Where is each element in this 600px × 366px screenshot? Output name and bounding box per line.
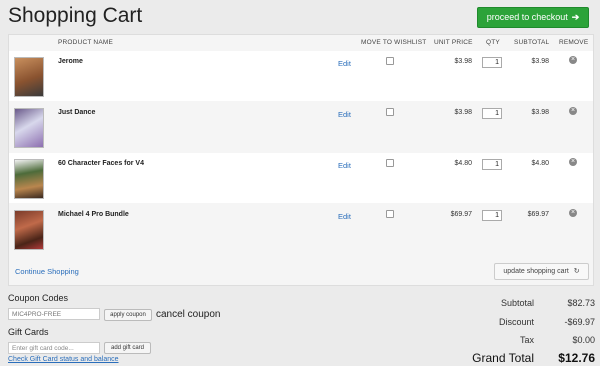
col-unit-price: UNIT PRICE xyxy=(434,39,473,46)
edit-link[interactable]: Edit xyxy=(338,110,351,119)
table-row: Jerome Edit $3.98 1 $3.98 × xyxy=(9,51,593,101)
unit-price: $3.98 xyxy=(454,58,472,65)
check-gift-card-link[interactable]: Check Gift Card status and balance xyxy=(8,356,119,363)
checkout-label: proceed to checkout xyxy=(486,12,568,22)
wishlist-checkbox[interactable] xyxy=(386,210,394,218)
row-subtotal: $3.98 xyxy=(531,58,549,65)
wishlist-checkbox[interactable] xyxy=(386,159,394,167)
product-name[interactable]: Jerome xyxy=(58,58,83,65)
continue-shopping-link[interactable]: Continue Shopping xyxy=(15,267,79,276)
gift-card-input[interactable]: Enter gift card code... xyxy=(8,342,100,354)
quantity-input[interactable]: 1 xyxy=(482,108,502,119)
remove-icon[interactable]: × xyxy=(569,158,577,166)
gift-cards-heading: Gift Cards xyxy=(8,327,49,337)
apply-coupon-button[interactable]: apply coupon xyxy=(104,309,152,321)
tax-label: Tax xyxy=(519,335,534,345)
product-thumbnail[interactable] xyxy=(14,159,44,199)
product-name[interactable]: Michael 4 Pro Bundle xyxy=(58,211,129,218)
discount-value: -$69.97 xyxy=(564,317,595,327)
grand-total-value: $12.76 xyxy=(558,351,595,365)
table-row: 60 Character Faces for V4 Edit $4.80 1 $… xyxy=(9,153,593,203)
unit-price: $69.97 xyxy=(450,211,472,218)
col-move-to-wishlist: MOVE TO WISHLIST xyxy=(361,39,427,46)
page-title: Shopping Cart xyxy=(8,4,143,27)
product-thumbnail[interactable] xyxy=(14,108,44,148)
unit-price: $4.80 xyxy=(454,160,472,167)
edit-link[interactable]: Edit xyxy=(338,59,351,68)
subtotal-value: $82.73 xyxy=(567,298,595,308)
col-remove: REMOVE xyxy=(559,39,589,46)
product-thumbnail[interactable] xyxy=(14,57,44,97)
cancel-coupon-link[interactable]: cancel coupon xyxy=(156,309,221,320)
quantity-input[interactable]: 1 xyxy=(482,57,502,68)
row-subtotal: $3.98 xyxy=(531,109,549,116)
product-name[interactable]: Just Dance xyxy=(58,109,95,116)
proceed-to-checkout-button[interactable]: proceed to checkout ➔ xyxy=(477,7,589,28)
product-name[interactable]: 60 Character Faces for V4 xyxy=(58,160,144,167)
col-product-name: PRODUCT NAME xyxy=(58,39,114,46)
remove-icon[interactable]: × xyxy=(569,209,577,217)
grand-total-label: Grand Total xyxy=(472,351,534,365)
remove-icon[interactable]: × xyxy=(569,107,577,115)
table-row: Just Dance Edit $3.98 1 $3.98 × xyxy=(9,102,593,152)
arrow-right-icon: ➔ xyxy=(571,12,580,22)
subtotal-label: Subtotal xyxy=(500,298,534,308)
update-label: update shopping cart xyxy=(503,268,569,275)
discount-label: Discount xyxy=(498,317,534,327)
edit-link[interactable]: Edit xyxy=(338,212,351,221)
wishlist-checkbox[interactable] xyxy=(386,57,394,65)
tax-value: $0.00 xyxy=(572,335,595,345)
col-subtotal: SUBTOTAL xyxy=(514,39,550,46)
add-gift-card-button[interactable]: add gift card xyxy=(104,342,151,354)
row-subtotal: $69.97 xyxy=(527,211,549,218)
table-row: Michael 4 Pro Bundle Edit $69.97 1 $69.9… xyxy=(9,204,593,254)
update-shopping-cart-button[interactable]: update shopping cart ↻ xyxy=(494,263,589,280)
quantity-input[interactable]: 1 xyxy=(482,210,502,221)
edit-link[interactable]: Edit xyxy=(338,161,351,170)
product-thumbnail[interactable] xyxy=(14,210,44,250)
quantity-input[interactable]: 1 xyxy=(482,159,502,170)
cart-table: PRODUCT NAME MOVE TO WISHLIST UNIT PRICE… xyxy=(8,34,594,286)
remove-icon[interactable]: × xyxy=(569,56,577,64)
unit-price: $3.98 xyxy=(454,109,472,116)
coupon-heading: Coupon Codes xyxy=(8,293,69,303)
coupon-input[interactable]: MIC4PRO-FREE xyxy=(8,308,100,320)
refresh-icon: ↻ xyxy=(573,268,580,275)
col-qty: QTY xyxy=(486,39,500,46)
wishlist-checkbox[interactable] xyxy=(386,108,394,116)
row-subtotal: $4.80 xyxy=(531,160,549,167)
